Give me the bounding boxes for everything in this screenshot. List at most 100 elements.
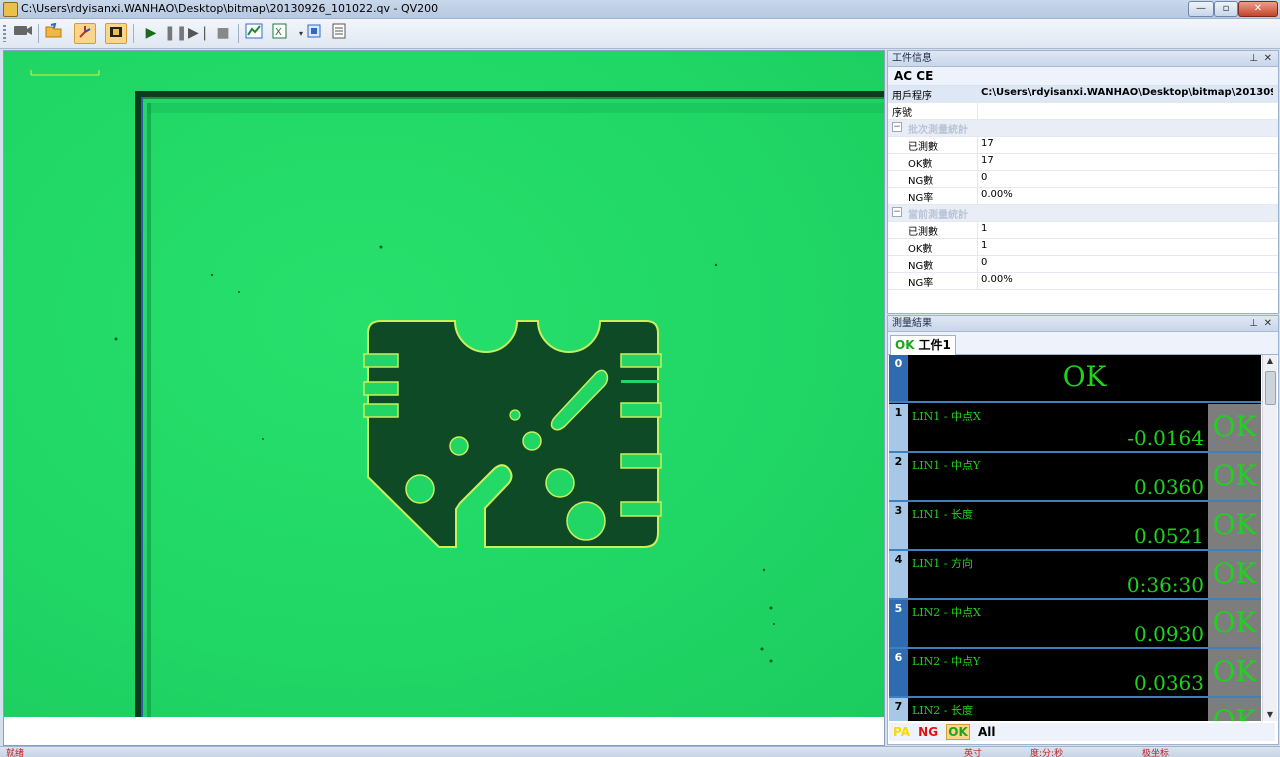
row-index: 5 [889,600,908,647]
result-total-row[interactable]: 0 OK [889,355,1261,403]
measure-value: 0.0930 [1134,622,1204,646]
collapse-icon[interactable]: − [892,122,902,132]
scroll-thumb[interactable] [1265,371,1276,405]
result-list[interactable]: 0 OK 1 LIN1 - 中点X -0.0164 OK 2 LIN1 - 中点Y 0.03… [889,355,1261,721]
measure-name: LIN1 - 中点Y [912,459,981,472]
prop-key: 已測數 [908,142,938,153]
toolbar-grip[interactable] [3,25,6,42]
status-coord-mode: 极坐标 [1142,749,1170,757]
measure-status: OK [1208,600,1261,647]
scroll-down-icon[interactable]: ▼ [1263,709,1277,721]
status-text: 就绪 [6,749,25,757]
prop-value: 0 [981,257,988,268]
result-tabs: OK 工件1 [888,332,1278,355]
measure-value: -0.0164 [1127,426,1204,450]
prop-row-measured[interactable]: 已測數 1 [888,222,1278,239]
chart-icon[interactable] [243,23,265,44]
row-index: 4 [889,551,908,598]
prop-value: 0 [981,172,988,183]
pin-icon[interactable]: ⊥ [1249,316,1258,331]
result-row[interactable]: 7 LIN2 - 长度 OK [889,698,1261,721]
prop-row-ng-rate[interactable]: NG率 0.00% [888,188,1278,205]
result-row[interactable]: 2 LIN1 - 中点Y 0.0360 OK [889,453,1261,502]
result-scrollbar[interactable]: ▲ ▼ [1262,355,1277,721]
measure-name: LIN1 - 中点X [912,410,981,423]
scroll-up-icon[interactable]: ▲ [1263,355,1277,367]
result-row[interactable]: 5 LIN2 - 中点X 0.0930 OK [889,600,1261,649]
notes-icon[interactable] [328,23,350,44]
settings-icon[interactable] [303,23,325,44]
tab-label: 工件1 [918,338,951,352]
measure-status: OK [1208,502,1261,549]
filter-ng[interactable]: NG [918,725,938,739]
close-button[interactable]: ✕ [1238,1,1278,17]
measure-tool-icon[interactable] [105,23,127,44]
result-row[interactable]: 6 LIN2 - 中点Y 0.0363 OK [889,649,1261,698]
excel-export-icon[interactable]: X [270,23,292,44]
open-folder-icon[interactable] [43,22,65,44]
stop-icon[interactable]: ■ [212,23,234,44]
collapse-icon[interactable]: − [892,207,902,217]
prop-value: 17 [981,155,994,166]
close-icon[interactable]: ✕ [1264,51,1272,66]
result-row[interactable]: 1 LIN1 - 中点X -0.0164 OK [889,404,1261,453]
prop-row-ng-count[interactable]: NG數 0 [888,171,1278,188]
step-icon[interactable]: ▶❘ [188,23,211,44]
prop-row-program[interactable]: 用戶程序 C:\Users\rdyisanxi.WANHAO\Desktop\b… [888,86,1278,103]
measure-status: OK [1208,551,1261,598]
measure-value: 0.0360 [1134,475,1204,499]
info-top-label: AC CE [888,67,1278,86]
prop-key: NG數 [908,176,934,187]
minimize-button[interactable]: — [1188,1,1214,17]
prop-value: 1 [981,240,988,251]
edge-tool-icon[interactable] [74,23,96,44]
measure-name: LIN2 - 中点Y [912,655,981,668]
prop-row-ok-count[interactable]: OK數 17 [888,154,1278,171]
maximize-button[interactable]: ▫ [1214,1,1238,17]
camera-icon[interactable] [12,23,34,44]
prop-row-serial[interactable]: 序號 [888,103,1278,120]
filter-ok[interactable]: OK [946,724,970,740]
result-row[interactable]: 4 LIN1 - 方向 0:36:30 OK [889,551,1261,600]
prop-value: 17 [981,138,994,149]
measure-status: OK [1208,404,1261,451]
row-index: 7 [889,698,908,721]
image-viewer[interactable] [3,50,885,718]
app-icon [3,2,18,17]
measure-value: 0.0363 [1134,671,1204,695]
prop-value: 1 [981,223,988,234]
row-index: 3 [889,502,908,549]
prop-key: NG數 [908,261,934,272]
svg-text:X: X [275,27,282,38]
row-index: 6 [889,649,908,696]
prop-row-ng-count[interactable]: NG數 0 [888,256,1278,273]
close-icon[interactable]: ✕ [1264,316,1272,331]
category-label: 當前測量統計 [908,210,968,221]
prop-row-measured[interactable]: 已測數 17 [888,137,1278,154]
prop-value: C:\Users\rdyisanxi.WANHAO\Desktop\bitmap… [981,87,1273,98]
measure-value: 0.0521 [1134,524,1204,548]
filter-all[interactable]: All [978,725,996,739]
work-info-title: 工件信息 [892,53,932,64]
prop-key: OK數 [908,244,933,255]
status-angle-format: 度:分:秒 [1030,749,1064,757]
filter-pa[interactable]: PA [893,725,910,739]
pin-icon[interactable]: ⊥ [1249,51,1258,66]
measurement-result-panel: 測量結果 ⊥ ✕ OK 工件1 0 OK 1 LIN1 - 中点X -0.0164 OK… [887,315,1279,745]
tab-workpiece-1[interactable]: OK 工件1 [890,335,956,355]
prop-row-ok-count[interactable]: OK數 1 [888,239,1278,256]
category-current-stats[interactable]: − 當前測量統計 [888,205,1278,222]
prop-value: 0.00% [981,189,1013,200]
measure-name: LIN2 - 长度 [912,704,973,717]
result-row[interactable]: 3 LIN1 - 长度 0.0521 OK [889,502,1261,551]
measure-name: LIN2 - 中点X [912,606,981,619]
status-unit: 英寸 [964,749,983,757]
measure-status: OK [1208,698,1261,721]
pause-icon[interactable]: ❚❚ [164,23,187,44]
prop-row-ng-rate[interactable]: NG率 0.00% [888,273,1278,290]
play-icon[interactable]: ▶ [140,23,162,44]
prop-key: 序號 [892,108,912,119]
toolbar: ▶ ❚❚ ▶❘ ■ X ▾ [0,19,1280,49]
category-batch-stats[interactable]: − 批次測量統計 [888,120,1278,137]
status-bar: 就绪 英寸 度:分:秒 极坐标 [0,746,1280,757]
